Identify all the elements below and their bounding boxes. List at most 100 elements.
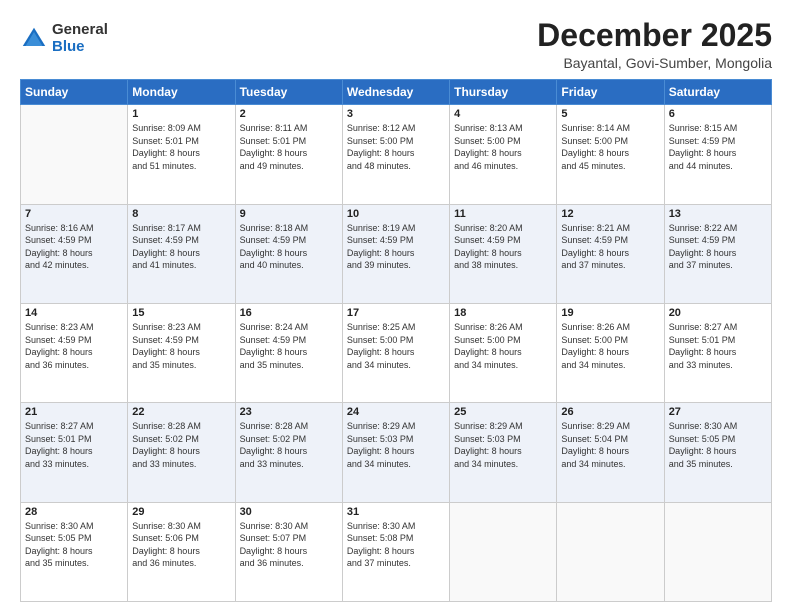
day-number: 15 [132, 307, 230, 319]
day-number: 6 [669, 108, 767, 120]
col-thursday: Thursday [450, 80, 557, 105]
day-number: 26 [561, 406, 659, 418]
table-row: 30 Sunrise: 8:30 AM Sunset: 5:07 PM Dayli… [235, 502, 342, 601]
day-info: Sunrise: 8:28 AM Sunset: 5:02 PM Dayligh… [132, 420, 230, 470]
day-info: Sunrise: 8:15 AM Sunset: 4:59 PM Dayligh… [669, 122, 767, 172]
table-row: 31Sunrise: 8:30 AM Sunset: 5:08 PM Dayli… [342, 502, 449, 601]
logo-general-text: General [52, 22, 108, 39]
table-row [21, 105, 128, 204]
table-row: 23 Sunrise: 8:28 AM Sunset: 5:02 PM Dayli… [235, 403, 342, 502]
day-number: 28 [25, 506, 123, 518]
col-monday: Monday [128, 80, 235, 105]
table-row: 29 Sunrise: 8:30 AM Sunset: 5:06 PM Dayli… [128, 502, 235, 601]
table-row: 13 Sunrise: 8:22 AM Sunset: 4:59 PM Dayli… [664, 204, 771, 303]
table-row: 27 Sunrise: 8:30 AM Sunset: 5:05 PM Dayli… [664, 403, 771, 502]
table-row: 22 Sunrise: 8:28 AM Sunset: 5:02 PM Dayli… [128, 403, 235, 502]
day-number: 25 [454, 406, 552, 418]
day-info: Sunrise: 8:13 AM Sunset: 5:00 PM Dayligh… [454, 122, 552, 172]
day-number: 1 [132, 108, 230, 120]
col-friday: Friday [557, 80, 664, 105]
table-row: 10Sunrise: 8:19 AM Sunset: 4:59 PM Dayli… [342, 204, 449, 303]
day-number: 18 [454, 307, 552, 319]
day-info: Sunrise: 8:21 AM Sunset: 4:59 PM Dayligh… [561, 222, 659, 272]
day-info: Sunrise: 8:25 AM Sunset: 5:00 PM Dayligh… [347, 321, 445, 371]
day-info: Sunrise: 8:14 AM Sunset: 5:00 PM Dayligh… [561, 122, 659, 172]
day-info: Sunrise: 8:16 AM Sunset: 4:59 PM Dayligh… [25, 222, 123, 272]
header: General Blue December 2025 Bayantal, Gov… [20, 18, 772, 71]
day-number: 22 [132, 406, 230, 418]
day-number: 17 [347, 307, 445, 319]
table-row: 15 Sunrise: 8:23 AM Sunset: 4:59 PM Dayli… [128, 303, 235, 402]
day-info: Sunrise: 8:30 AM Sunset: 5:05 PM Dayligh… [669, 420, 767, 470]
day-info: Sunrise: 8:18 AM Sunset: 4:59 PM Dayligh… [240, 222, 338, 272]
table-row: 3Sunrise: 8:12 AM Sunset: 5:00 PM Daylig… [342, 105, 449, 204]
day-number: 5 [561, 108, 659, 120]
day-info: Sunrise: 8:09 AM Sunset: 5:01 PM Dayligh… [132, 122, 230, 172]
day-info: Sunrise: 8:20 AM Sunset: 4:59 PM Dayligh… [454, 222, 552, 272]
page: General Blue December 2025 Bayantal, Gov… [0, 0, 792, 612]
table-row [557, 502, 664, 601]
day-info: Sunrise: 8:30 AM Sunset: 5:05 PM Dayligh… [25, 520, 123, 570]
day-info: Sunrise: 8:24 AM Sunset: 4:59 PM Dayligh… [240, 321, 338, 371]
day-info: Sunrise: 8:29 AM Sunset: 5:03 PM Dayligh… [347, 420, 445, 470]
col-wednesday: Wednesday [342, 80, 449, 105]
table-row: 11 Sunrise: 8:20 AM Sunset: 4:59 PM Dayli… [450, 204, 557, 303]
table-row [450, 502, 557, 601]
table-row: 24 Sunrise: 8:29 AM Sunset: 5:03 PM Dayli… [342, 403, 449, 502]
day-number: 30 [240, 506, 338, 518]
calendar-week-3: 14 Sunrise: 8:23 AM Sunset: 4:59 PM Dayli… [21, 303, 772, 402]
day-number: 24 [347, 406, 445, 418]
day-number: 13 [669, 208, 767, 220]
day-info: Sunrise: 8:30 AM Sunset: 5:06 PM Dayligh… [132, 520, 230, 570]
day-info: Sunrise: 8:29 AM Sunset: 5:04 PM Dayligh… [561, 420, 659, 470]
day-info: Sunrise: 8:26 AM Sunset: 5:00 PM Dayligh… [561, 321, 659, 371]
main-title: December 2025 [537, 18, 772, 53]
day-number: 27 [669, 406, 767, 418]
table-row: 26 Sunrise: 8:29 AM Sunset: 5:04 PM Dayli… [557, 403, 664, 502]
day-number: 20 [669, 307, 767, 319]
day-info: Sunrise: 8:28 AM Sunset: 5:02 PM Dayligh… [240, 420, 338, 470]
logo: General Blue [20, 22, 108, 55]
table-row: 19Sunrise: 8:26 AM Sunset: 5:00 PM Dayli… [557, 303, 664, 402]
day-info: Sunrise: 8:27 AM Sunset: 5:01 PM Dayligh… [669, 321, 767, 371]
table-row: 2 Sunrise: 8:11 AM Sunset: 5:01 PM Daylig… [235, 105, 342, 204]
day-info: Sunrise: 8:30 AM Sunset: 5:08 PM Dayligh… [347, 520, 445, 570]
day-number: 11 [454, 208, 552, 220]
table-row: 25 Sunrise: 8:29 AM Sunset: 5:03 PM Dayli… [450, 403, 557, 502]
day-number: 7 [25, 208, 123, 220]
table-row: 20 Sunrise: 8:27 AM Sunset: 5:01 PM Dayli… [664, 303, 771, 402]
day-number: 14 [25, 307, 123, 319]
calendar-week-4: 21Sunrise: 8:27 AM Sunset: 5:01 PM Dayli… [21, 403, 772, 502]
day-number: 9 [240, 208, 338, 220]
day-number: 16 [240, 307, 338, 319]
day-info: Sunrise: 8:23 AM Sunset: 4:59 PM Dayligh… [132, 321, 230, 371]
day-info: Sunrise: 8:11 AM Sunset: 5:01 PM Dayligh… [240, 122, 338, 172]
day-info: Sunrise: 8:22 AM Sunset: 4:59 PM Dayligh… [669, 222, 767, 272]
table-row: 9 Sunrise: 8:18 AM Sunset: 4:59 PM Daylig… [235, 204, 342, 303]
title-section: December 2025 Bayantal, Govi-Sumber, Mon… [537, 18, 772, 71]
day-number: 21 [25, 406, 123, 418]
day-info: Sunrise: 8:29 AM Sunset: 5:03 PM Dayligh… [454, 420, 552, 470]
table-row: 18 Sunrise: 8:26 AM Sunset: 5:00 PM Dayli… [450, 303, 557, 402]
logo-blue-text: Blue [52, 39, 108, 56]
day-number: 23 [240, 406, 338, 418]
calendar-header-row: Sunday Monday Tuesday Wednesday Thursday… [21, 80, 772, 105]
table-row: 12 Sunrise: 8:21 AM Sunset: 4:59 PM Dayli… [557, 204, 664, 303]
logo-text: General Blue [52, 22, 108, 55]
day-info: Sunrise: 8:12 AM Sunset: 5:00 PM Dayligh… [347, 122, 445, 172]
day-info: Sunrise: 8:30 AM Sunset: 5:07 PM Dayligh… [240, 520, 338, 570]
calendar-table: Sunday Monday Tuesday Wednesday Thursday… [20, 79, 772, 602]
day-number: 29 [132, 506, 230, 518]
day-info: Sunrise: 8:23 AM Sunset: 4:59 PM Dayligh… [25, 321, 123, 371]
day-number: 12 [561, 208, 659, 220]
col-sunday: Sunday [21, 80, 128, 105]
table-row: 16 Sunrise: 8:24 AM Sunset: 4:59 PM Dayli… [235, 303, 342, 402]
day-info: Sunrise: 8:26 AM Sunset: 5:00 PM Dayligh… [454, 321, 552, 371]
table-row: 21Sunrise: 8:27 AM Sunset: 5:01 PM Dayli… [21, 403, 128, 502]
day-number: 2 [240, 108, 338, 120]
table-row: 7 Sunrise: 8:16 AM Sunset: 4:59 PM Daylig… [21, 204, 128, 303]
table-row: 28 Sunrise: 8:30 AM Sunset: 5:05 PM Dayli… [21, 502, 128, 601]
table-row: 1 Sunrise: 8:09 AM Sunset: 5:01 PM Daylig… [128, 105, 235, 204]
calendar-week-2: 7 Sunrise: 8:16 AM Sunset: 4:59 PM Daylig… [21, 204, 772, 303]
table-row: 17 Sunrise: 8:25 AM Sunset: 5:00 PM Dayli… [342, 303, 449, 402]
